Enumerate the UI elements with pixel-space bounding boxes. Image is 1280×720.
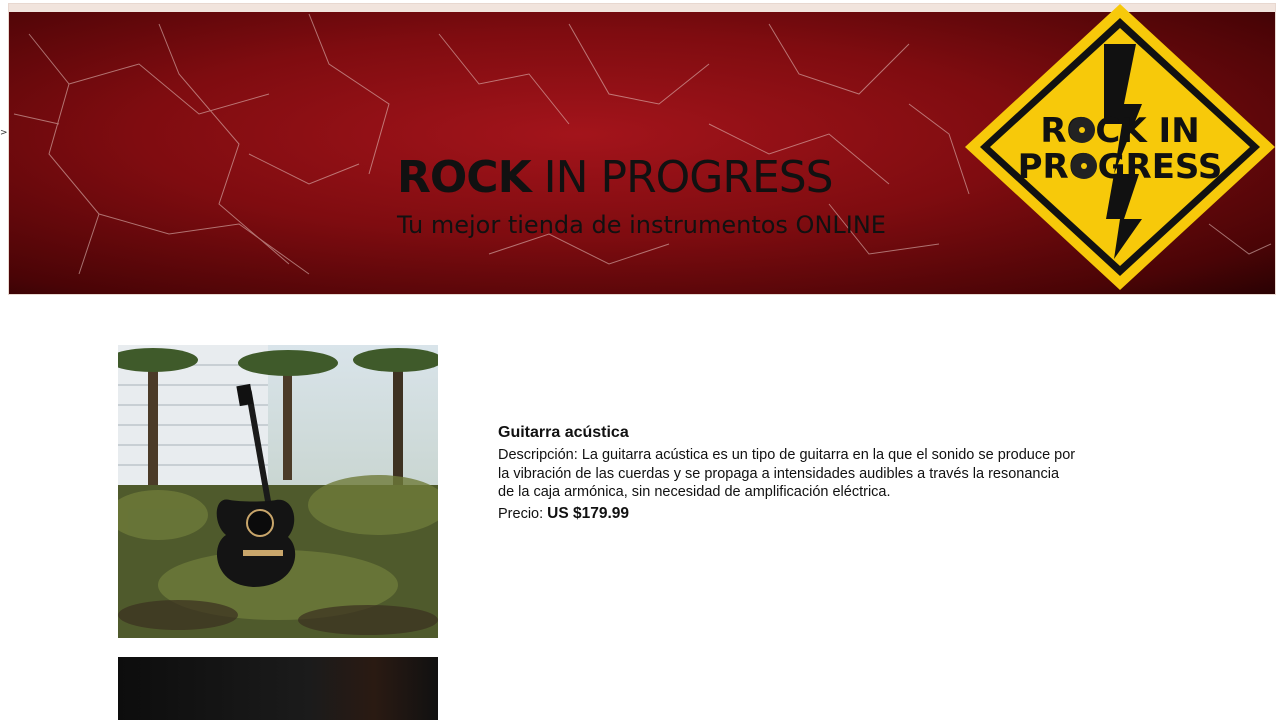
logo-text-line2: PROGRESS: [1018, 147, 1223, 187]
product-name: Guitarra acústica: [498, 424, 629, 441]
description-text: La guitarra acústica es un tipo de guita…: [498, 447, 1076, 500]
brand-title: ROCK IN PROGRESS: [397, 152, 834, 203]
acoustic-guitar-photo: [118, 345, 438, 638]
price-label: Precio:: [498, 505, 544, 522]
brand-title-rest: IN PROGRESS: [543, 152, 834, 203]
rock-in-progress-logo[interactable]: ROCK IN PROGRESS: [964, 4, 1276, 294]
brand-subtitle: Tu mejor tienda de instrumentos ONLINE: [397, 211, 886, 239]
stray-mark: >: [0, 128, 8, 138]
brand-title-bold: ROCK: [397, 152, 532, 203]
price-value: US $179.99: [547, 504, 630, 522]
product-image-next[interactable]: [118, 657, 438, 720]
logo-text-line1: ROCK IN: [1040, 111, 1199, 151]
product-info: Guitarra acústica Descripción: La guitar…: [498, 424, 1078, 523]
product-description: Descripción: La guitarra acústica es un …: [498, 446, 1078, 502]
product-price: Precio: US $179.99: [498, 505, 1078, 523]
description-label: Descripción:: [498, 447, 578, 463]
product-image-acoustic-guitar[interactable]: [118, 345, 438, 638]
header-banner: ROCK IN PROGRESS Tu mejor tienda de inst…: [8, 3, 1276, 295]
